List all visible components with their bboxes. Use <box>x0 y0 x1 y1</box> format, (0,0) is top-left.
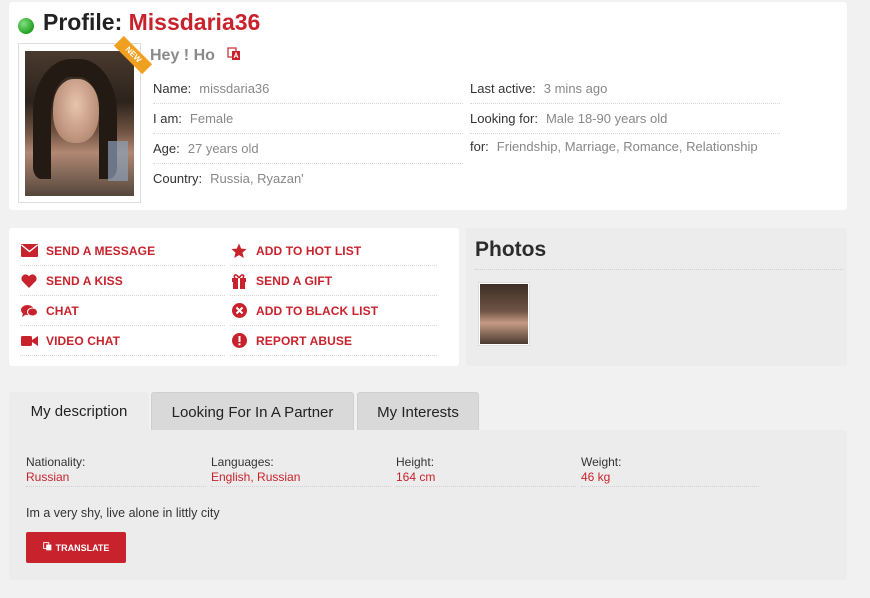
report-abuse-button[interactable]: REPORT ABUSE <box>230 326 437 356</box>
video-camera-icon <box>20 332 38 350</box>
profile-card: Profile: Missdaria36 NEW Hey ! Ho Name: m… <box>9 2 847 210</box>
looking-for-value: Male 18-90 years old <box>545 111 668 126</box>
profile-username: Missdaria36 <box>128 9 261 35</box>
title-prefix: Profile: <box>43 9 129 35</box>
heart-icon <box>20 272 38 290</box>
languages-field: Languages: English, Russian <box>211 455 391 487</box>
age-label: Age: <box>153 141 180 156</box>
send-message-button[interactable]: SEND A MESSAGE <box>20 236 225 266</box>
chat-label: CHAT <box>46 303 79 318</box>
info-row-name: Name: missdaria36 <box>153 74 463 104</box>
weight-value: 46 kg <box>581 470 611 484</box>
for-label: for: <box>470 139 489 154</box>
info-row-gender: I am: Female <box>153 104 463 134</box>
name-value: missdaria36 <box>199 81 270 96</box>
page-title: Profile: Missdaria36 <box>43 9 260 36</box>
tab-my-interests[interactable]: My Interests <box>357 392 479 431</box>
profile-greeting: Hey ! Ho <box>150 47 215 64</box>
send-kiss-button[interactable]: SEND A KISS <box>20 266 225 296</box>
video-chat-button[interactable]: VIDEO CHAT <box>20 326 225 356</box>
send-gift-label: SEND A GIFT <box>256 273 333 288</box>
languages-value: English, Russian <box>211 470 301 484</box>
translate-button[interactable]: TRANSLATE <box>26 532 126 563</box>
photos-title: Photos <box>475 238 547 261</box>
gender-label: I am: <box>153 111 182 126</box>
info-row-looking-for: Looking for: Male 18-90 years old <box>470 104 780 134</box>
star-icon <box>230 242 248 260</box>
translate-icon[interactable] <box>227 47 241 61</box>
age-value: 27 years old <box>187 141 259 156</box>
height-field: Height: 164 cm <box>396 455 576 487</box>
info-row-country: Country: Russia, Ryazan' <box>153 164 463 194</box>
nationality-field: Nationality: Russian <box>26 455 206 487</box>
add-to-black-list-button[interactable]: ADD TO BLACK LIST <box>230 296 437 326</box>
photos-section: Photos <box>466 228 847 366</box>
divider <box>475 269 843 270</box>
add-to-hot-list-button[interactable]: ADD TO HOT LIST <box>230 236 437 266</box>
for-value: Friendship, Marriage, Romance, Relations… <box>496 139 758 154</box>
description-panel: Nationality: Russian Languages: English,… <box>9 430 847 580</box>
nationality-label: Nationality: <box>26 455 86 469</box>
weight-field: Weight: 46 kg <box>581 455 759 487</box>
country-label: Country: <box>153 171 203 186</box>
weight-label: Weight: <box>581 455 622 469</box>
info-row-age: Age: 27 years old <box>153 134 463 164</box>
height-value: 164 cm <box>396 470 436 484</box>
name-label: Name: <box>153 81 192 96</box>
info-row-for: for: Friendship, Marriage, Romance, Relat… <box>470 132 810 162</box>
close-circle-icon <box>230 302 248 320</box>
about-text: Im a very shy, live alone in littly city <box>26 506 220 520</box>
exclamation-circle-icon <box>230 332 248 350</box>
video-chat-label: VIDEO CHAT <box>46 333 121 348</box>
avatar-image <box>25 51 134 196</box>
actions-card: SEND A MESSAGE SEND A KISS CHAT VIDEO CH… <box>9 228 459 366</box>
height-label: Height: <box>396 455 435 469</box>
gift-icon <box>230 272 248 290</box>
send-gift-button[interactable]: SEND A GIFT <box>230 266 437 296</box>
tab-looking-for-partner[interactable]: Looking For In A Partner <box>151 392 354 431</box>
online-status-icon <box>18 18 34 34</box>
last-active-label: Last active: <box>470 81 536 96</box>
tab-my-description[interactable]: My description <box>9 392 149 431</box>
translate-icon <box>42 542 52 553</box>
photo-thumbnail[interactable] <box>478 282 530 346</box>
add-to-black-list-label: ADD TO BLACK LIST <box>256 303 379 318</box>
looking-for-label: Looking for: <box>470 111 538 126</box>
send-kiss-label: SEND A KISS <box>46 273 123 288</box>
envelope-icon <box>20 242 38 260</box>
nationality-value: Russian <box>26 470 70 484</box>
send-message-label: SEND A MESSAGE <box>46 243 156 258</box>
last-active-value: 3 mins ago <box>543 81 608 96</box>
country-value: Russia, Ryazan' <box>210 171 304 186</box>
avatar[interactable]: NEW <box>18 35 153 203</box>
photo-image <box>480 284 528 344</box>
add-to-hot-list-label: ADD TO HOT LIST <box>256 243 362 258</box>
info-row-last-active: Last active: 3 mins ago <box>470 74 780 104</box>
gender-value: Female <box>189 111 234 126</box>
chat-bubbles-icon <box>20 302 38 320</box>
translate-button-label: TRANSLATE <box>55 542 110 553</box>
report-abuse-label: REPORT ABUSE <box>256 333 353 348</box>
chat-button[interactable]: CHAT <box>20 296 225 326</box>
languages-label: Languages: <box>211 455 274 469</box>
